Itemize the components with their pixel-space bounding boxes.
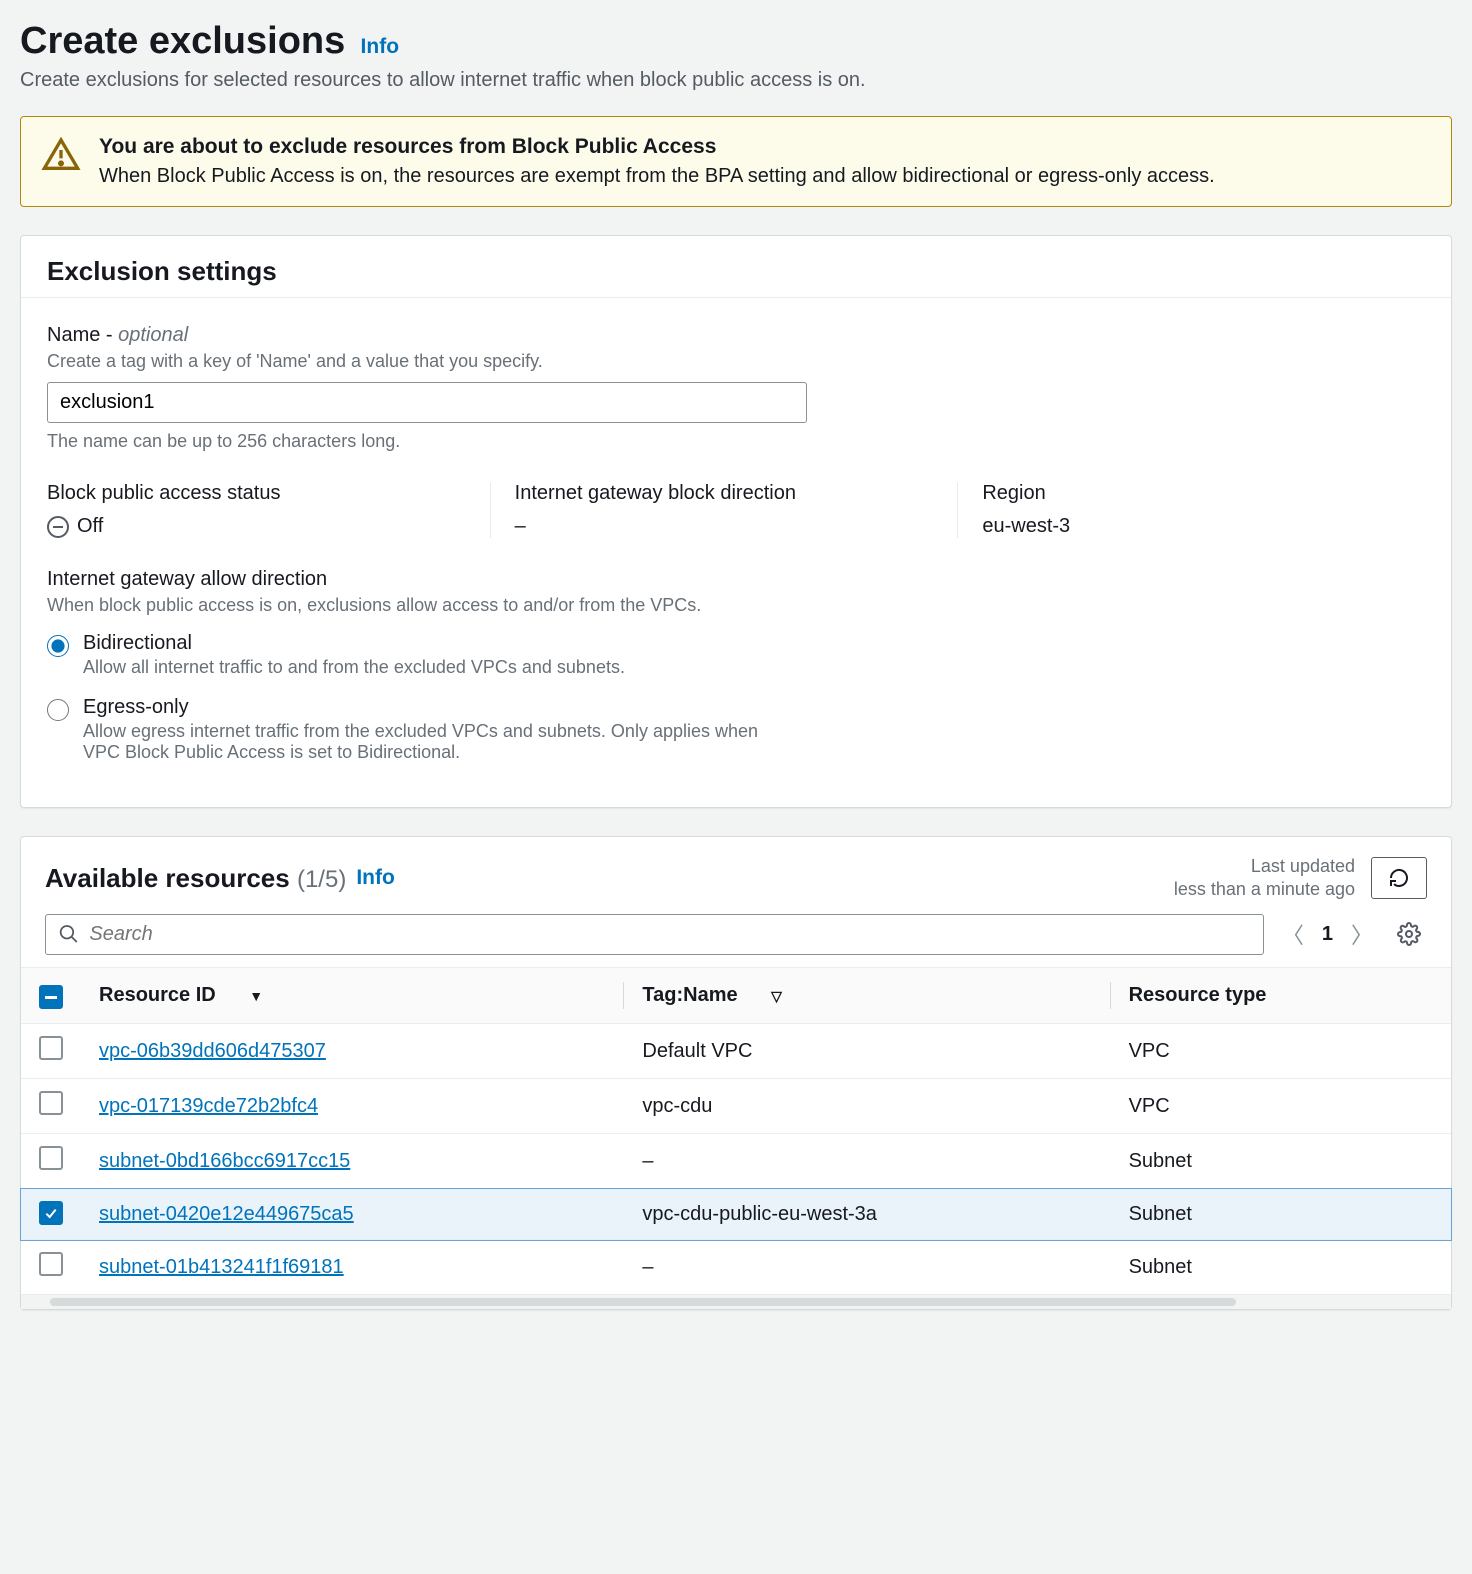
table-row[interactable]: subnet-0420e12e449675ca5 vpc-cdu-public-e… <box>21 1189 1451 1240</box>
bpa-status-label: Block public access status <box>47 482 440 505</box>
resource-type-cell: VPC <box>1111 1024 1451 1079</box>
table-row[interactable]: vpc-017139cde72b2bfc4 vpc-cduVPC <box>21 1079 1451 1134</box>
radio-egress-desc: Allow egress internet traffic from the e… <box>83 721 763 763</box>
resources-table: Resource ID ▼ Tag:Name ▽ Resource type v… <box>21 967 1451 1296</box>
igw-block-label: Internet gateway block direction <box>515 482 908 505</box>
name-label: Name - optional <box>47 324 1425 347</box>
gear-icon <box>1397 922 1421 946</box>
table-row[interactable]: subnet-01b413241f1f69181 –Subnet <box>21 1240 1451 1295</box>
page-current: 1 <box>1322 923 1333 946</box>
resources-info-link[interactable]: Info <box>356 866 394 890</box>
radio-egress-label: Egress-only <box>83 696 763 719</box>
resources-counter: (1/5) <box>297 866 346 893</box>
select-all-checkbox[interactable] <box>39 985 63 1009</box>
sort-desc-icon: ▼ <box>249 988 263 1004</box>
tag-name-cell: – <box>624 1134 1110 1189</box>
sort-icon: ▽ <box>771 988 782 1004</box>
table-row[interactable]: vpc-06b39dd606d475307 Default VPCVPC <box>21 1024 1451 1079</box>
page-prev[interactable]: 〈 <box>1282 918 1304 950</box>
tag-name-cell: vpc-cdu-public-eu-west-3a <box>624 1189 1110 1240</box>
alert-title: You are about to exclude resources from … <box>99 135 716 158</box>
warning-icon <box>41 135 81 188</box>
exclusion-settings-panel: Exclusion settings Name - optional Creat… <box>20 235 1452 808</box>
resource-type-cell: Subnet <box>1111 1189 1451 1240</box>
resource-id-link[interactable]: vpc-017139cde72b2bfc4 <box>99 1095 318 1117</box>
search-icon <box>58 923 79 945</box>
resource-id-link[interactable]: vpc-06b39dd606d475307 <box>99 1040 326 1062</box>
row-checkbox[interactable] <box>39 1252 63 1276</box>
row-checkbox[interactable] <box>39 1091 63 1115</box>
allow-direction-hint: When block public access is on, exclusio… <box>47 595 1425 616</box>
name-constraint: The name can be up to 256 characters lon… <box>47 431 1425 452</box>
page-info-link[interactable]: Info <box>361 35 399 58</box>
col-tag-name-header[interactable]: Tag:Name ▽ <box>624 967 1110 1024</box>
tag-name-cell: vpc-cdu <box>624 1079 1110 1134</box>
table-row[interactable]: subnet-0bd166bcc6917cc15 –Subnet <box>21 1134 1451 1189</box>
radio-egress-only[interactable]: Egress-only Allow egress internet traffi… <box>47 696 1425 763</box>
horizontal-scrollbar[interactable] <box>21 1295 1451 1309</box>
page-title: Create exclusions <box>20 20 345 63</box>
resource-type-cell: Subnet <box>1111 1240 1451 1295</box>
refresh-icon <box>1387 866 1411 890</box>
last-updated-text: Last updated less than a minute ago <box>1174 855 1355 902</box>
resource-id-link[interactable]: subnet-0bd166bcc6917cc15 <box>99 1150 350 1172</box>
tag-name-cell: – <box>624 1240 1110 1295</box>
igw-block-value: – <box>515 515 908 538</box>
search-box[interactable] <box>45 914 1264 955</box>
table-settings-button[interactable] <box>1391 916 1427 952</box>
resource-type-cell: VPC <box>1111 1079 1451 1134</box>
tag-name-cell: Default VPC <box>624 1024 1110 1079</box>
radio-bidirectional-label: Bidirectional <box>83 632 625 655</box>
alert-body: When Block Public Access is on, the reso… <box>99 165 1215 188</box>
page-next[interactable]: 〉 <box>1351 918 1373 950</box>
region-label: Region <box>982 482 1375 505</box>
search-input[interactable] <box>89 923 1250 946</box>
row-checkbox[interactable] <box>39 1036 63 1060</box>
name-hint: Create a tag with a key of 'Name' and a … <box>47 351 1425 372</box>
col-resource-id-header[interactable]: Resource ID ▼ <box>81 967 624 1024</box>
available-resources-panel: Available resources (1/5) Info Last upda… <box>20 836 1452 1310</box>
bpa-status-value: Off <box>77 515 103 538</box>
radio-bidirectional[interactable]: Bidirectional Allow all internet traffic… <box>47 632 1425 678</box>
resource-type-cell: Subnet <box>1111 1134 1451 1189</box>
row-checkbox[interactable] <box>39 1201 63 1225</box>
resource-id-link[interactable]: subnet-0420e12e449675ca5 <box>99 1203 354 1225</box>
off-icon <box>47 516 69 538</box>
row-checkbox[interactable] <box>39 1146 63 1170</box>
warning-alert: You are about to exclude resources from … <box>20 116 1452 207</box>
settings-panel-title: Exclusion settings <box>47 256 1425 287</box>
region-value: eu-west-3 <box>982 515 1375 538</box>
page-subtitle: Create exclusions for selected resources… <box>20 69 1452 92</box>
col-resource-type-header[interactable]: Resource type <box>1111 967 1451 1024</box>
name-input[interactable] <box>47 382 807 423</box>
refresh-button[interactable] <box>1371 857 1427 899</box>
allow-direction-title: Internet gateway allow direction <box>47 568 1425 591</box>
resources-title: Available resources <box>45 863 290 893</box>
radio-bidirectional-desc: Allow all internet traffic to and from t… <box>83 657 625 678</box>
resource-id-link[interactable]: subnet-01b413241f1f69181 <box>99 1256 344 1278</box>
